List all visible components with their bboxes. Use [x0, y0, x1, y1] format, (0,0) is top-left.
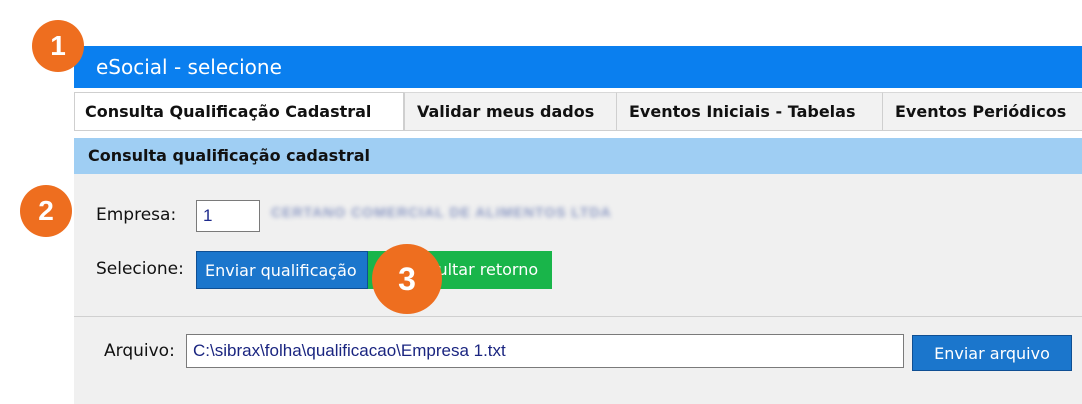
arquivo-path-input[interactable]: C:\sibrax\folha\qualificacao\Empresa 1.t… [186, 334, 904, 368]
tab-eventos-iniciais[interactable]: Eventos Iniciais - Tabelas [616, 92, 882, 130]
divider [74, 316, 1082, 317]
tab-bar: Consulta Qualificação Cadastral Validar … [74, 92, 1082, 131]
annotation-badge-3: 3 [372, 244, 442, 314]
enviar-arquivo-button[interactable]: Enviar arquivo [912, 335, 1072, 371]
window-title: eSocial - selecione [96, 55, 282, 79]
empresa-name: CERTANO COMERCIAL DE ALIMENTOS LTDA [271, 204, 612, 220]
window-titlebar: eSocial - selecione [74, 46, 1082, 88]
empresa-code-input[interactable]: 1 [196, 200, 260, 232]
tab-consulta-qualificacao[interactable]: Consulta Qualificação Cadastral [74, 92, 404, 130]
selecione-label: Selecione: [96, 259, 184, 279]
annotation-badge-1: 1 [32, 20, 84, 72]
section-header: Consulta qualificação cadastral [74, 138, 1082, 174]
enviar-qualificacao-button[interactable]: Enviar qualificação [196, 251, 368, 289]
tab-eventos-periodicos[interactable]: Eventos Periódicos [882, 92, 1082, 130]
annotation-badge-2: 2 [20, 185, 72, 237]
arquivo-label: Arquivo: [104, 341, 175, 361]
empresa-label: Empresa: [96, 205, 177, 225]
section-title: Consulta qualificação cadastral [88, 146, 371, 165]
tab-validar-meus-dados[interactable]: Validar meus dados [404, 92, 616, 130]
